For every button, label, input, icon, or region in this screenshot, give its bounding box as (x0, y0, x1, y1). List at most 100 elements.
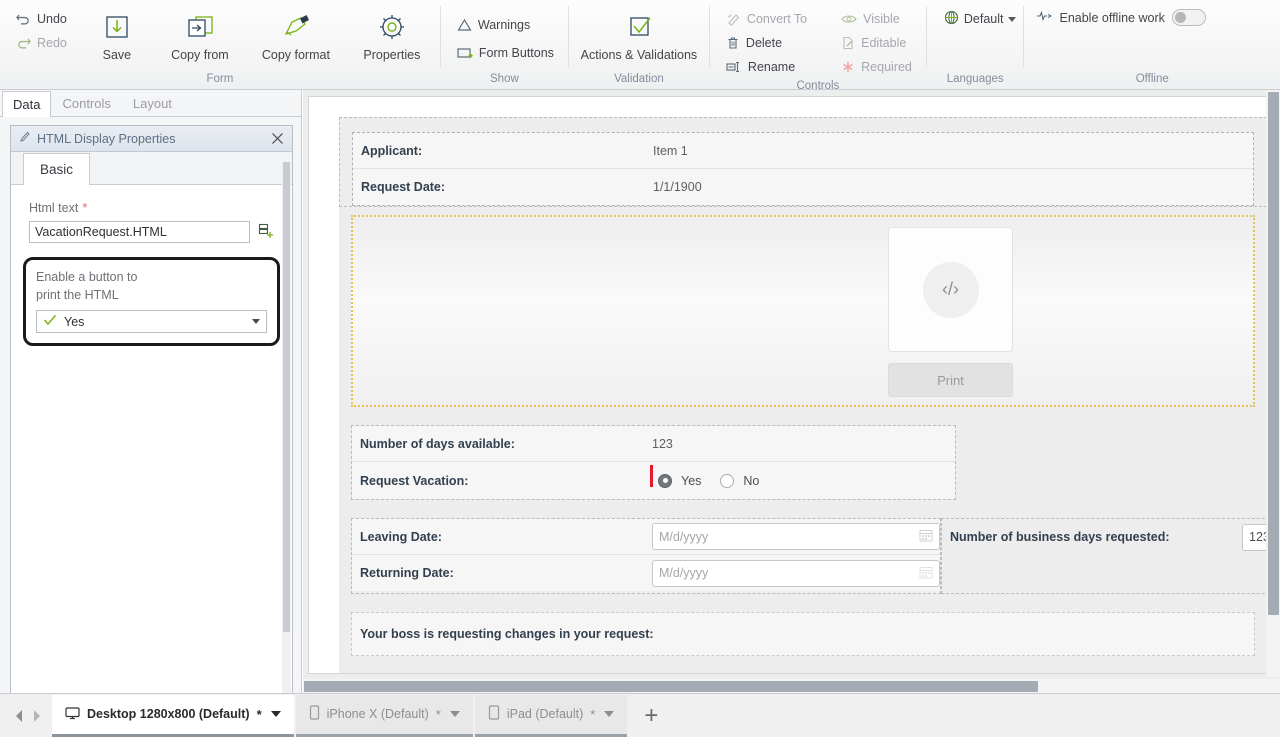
panel-vertical-scrollbar[interactable] (282, 162, 291, 737)
tab-layout[interactable]: Layout (122, 90, 183, 116)
show-commands: Warnings Form Buttons (441, 4, 568, 63)
tab-controls[interactable]: Controls (51, 90, 121, 116)
group-caption-form: Form (206, 73, 234, 85)
radio-dot (662, 478, 668, 483)
convert-to-button[interactable]: Convert To (720, 8, 813, 29)
chevron-down-icon[interactable] (449, 711, 460, 717)
datasource-add-icon[interactable] (258, 223, 274, 241)
form-buttons-icon (457, 46, 473, 60)
returning-date-label: Returning Date: (360, 566, 454, 580)
calendar-icon[interactable] (919, 565, 933, 582)
edit-page-icon (841, 36, 855, 50)
tab-layout-label: Layout (132, 96, 172, 111)
save-button[interactable]: Save (82, 4, 152, 63)
calendar-icon[interactable] (919, 528, 933, 545)
offline-toggle[interactable] (1171, 9, 1206, 26)
device-tab-ipad[interactable]: iPad (Default) * (474, 694, 628, 737)
business-days-label: Number of business days requested: (950, 530, 1170, 544)
redo-button[interactable]: Redo (10, 32, 73, 53)
table-row[interactable]: Leaving Date: M/d/yyyy (352, 519, 940, 555)
canvas-vertical-scrollbar[interactable] (1266, 90, 1280, 677)
dates-table[interactable]: Leaving Date: M/d/yyyy Returning Date: M… (352, 519, 940, 591)
table-row[interactable]: Number of business days requested: 123 (942, 519, 1280, 555)
rename-button[interactable]: Rename (720, 56, 813, 77)
globe-icon (944, 10, 959, 28)
html-display-control[interactable]: ‹/› Print (351, 215, 1255, 407)
toggle-knob (1174, 12, 1186, 23)
copy-format-button[interactable]: Copy format (248, 4, 344, 63)
device-tab-iphone[interactable]: iPhone X (Default) * (295, 694, 473, 737)
triangle-right-icon[interactable] (30, 707, 44, 725)
warnings-button[interactable]: Warnings (451, 14, 560, 35)
delete-label: Delete (745, 35, 783, 50)
modified-indicator: * (435, 706, 441, 722)
group-caption-show: Show (490, 73, 519, 85)
tab-basic[interactable]: Basic (23, 153, 91, 185)
actions-validations-button[interactable]: Actions & Validations (569, 4, 709, 63)
editable-button[interactable]: Editable (835, 32, 918, 53)
print-setting-select[interactable]: Yes (36, 310, 267, 333)
code-brackets-icon: ‹/› (922, 261, 979, 318)
pencil-icon (19, 131, 31, 146)
chevron-down-icon (1008, 16, 1017, 22)
table-row[interactable]: Request Vacation: Yes No (352, 462, 955, 499)
table-row[interactable]: Applicant: Item 1 (353, 133, 1253, 169)
convert-to-icon (726, 12, 741, 26)
tab-data[interactable]: Data (2, 91, 52, 117)
table-row[interactable]: Returning Date: M/d/yyyy (352, 555, 940, 591)
undo-button[interactable]: Undo (10, 8, 73, 29)
boss-note-row[interactable]: Your boss is requesting changes in your … (351, 612, 1255, 656)
html-preview-box[interactable]: ‹/› (888, 227, 1013, 352)
controls-commands-col2: Visible Editable Required (821, 4, 926, 77)
properties-button[interactable]: Properties (344, 4, 440, 63)
copy-from-button[interactable]: Copy from (152, 4, 248, 63)
scrollbar-thumb[interactable] (304, 681, 1038, 692)
ribbon-toolbar: Undo Redo Save Copy from Copy format Pro… (0, 0, 1280, 92)
chevron-down-icon[interactable] (270, 711, 281, 717)
html-text-label-row: Html text * (29, 201, 274, 215)
close-icon[interactable] (268, 130, 286, 148)
html-text-label: Html text (29, 201, 79, 215)
applicant-table[interactable]: Applicant: Item 1 Request Date: 1/1/1900 (352, 132, 1254, 206)
delete-button[interactable]: Delete (720, 32, 813, 53)
days-table[interactable]: Number of days available: 123 Request Va… (352, 426, 955, 499)
business-days-spacer (942, 555, 1280, 593)
eye-icon (841, 13, 857, 25)
tab-controls-label: Controls (62, 96, 111, 111)
device-tab-desktop[interactable]: Desktop 1280x800 (Default) * (52, 694, 294, 737)
left-panel: Data Controls Layout HTML Display Proper… (0, 90, 302, 737)
print-button[interactable]: Print (888, 363, 1013, 397)
actions-validations-label: Actions & Validations (580, 48, 698, 62)
html-text-input[interactable] (29, 221, 250, 243)
chevron-down-icon[interactable] (604, 711, 615, 717)
html-text-input-row (29, 221, 274, 243)
returning-date-input[interactable]: M/d/yyyy (652, 559, 940, 587)
table-row[interactable]: Number of days available: 123 (352, 426, 955, 462)
request-vacation-radio-group[interactable]: Yes No (650, 464, 759, 488)
group-caption-offline: Offline (1135, 73, 1169, 85)
radio-yes[interactable] (658, 473, 672, 488)
canvas-horizontal-scrollbar[interactable] (303, 679, 1280, 693)
radio-no[interactable] (720, 473, 735, 488)
phone-icon (309, 705, 320, 723)
language-dropdown[interactable]: Default (937, 8, 1024, 30)
properties-tabs: Basic (11, 152, 292, 185)
scrollbar-thumb[interactable] (1268, 92, 1279, 615)
table-row[interactable]: Request Date: 1/1/1900 (353, 169, 1253, 205)
leaving-date-placeholder: M/d/yyyy (659, 529, 709, 544)
add-device-tab-button[interactable]: + (629, 695, 673, 737)
rename-label: Rename (747, 59, 796, 74)
ribbon-group-form: Undo Redo Save Copy from Copy format Pro… (0, 0, 440, 90)
trash-icon (726, 36, 740, 50)
request-date-label: Request Date: (361, 180, 446, 194)
request-vacation-label: Request Vacation: (360, 473, 469, 488)
warning-triangle-icon (457, 18, 472, 32)
triangle-left-icon[interactable] (12, 707, 26, 725)
dates-group: Leaving Date: M/d/yyyy Returning Date: M… (351, 518, 941, 594)
form-buttons-button[interactable]: Form Buttons (451, 42, 560, 63)
dates-section: Leaving Date: M/d/yyyy Returning Date: M… (351, 518, 1280, 594)
scrollbar-thumb[interactable] (283, 162, 290, 632)
visible-button[interactable]: Visible (835, 8, 918, 29)
required-button[interactable]: Required (835, 56, 918, 77)
leaving-date-input[interactable]: M/d/yyyy (652, 523, 940, 550)
